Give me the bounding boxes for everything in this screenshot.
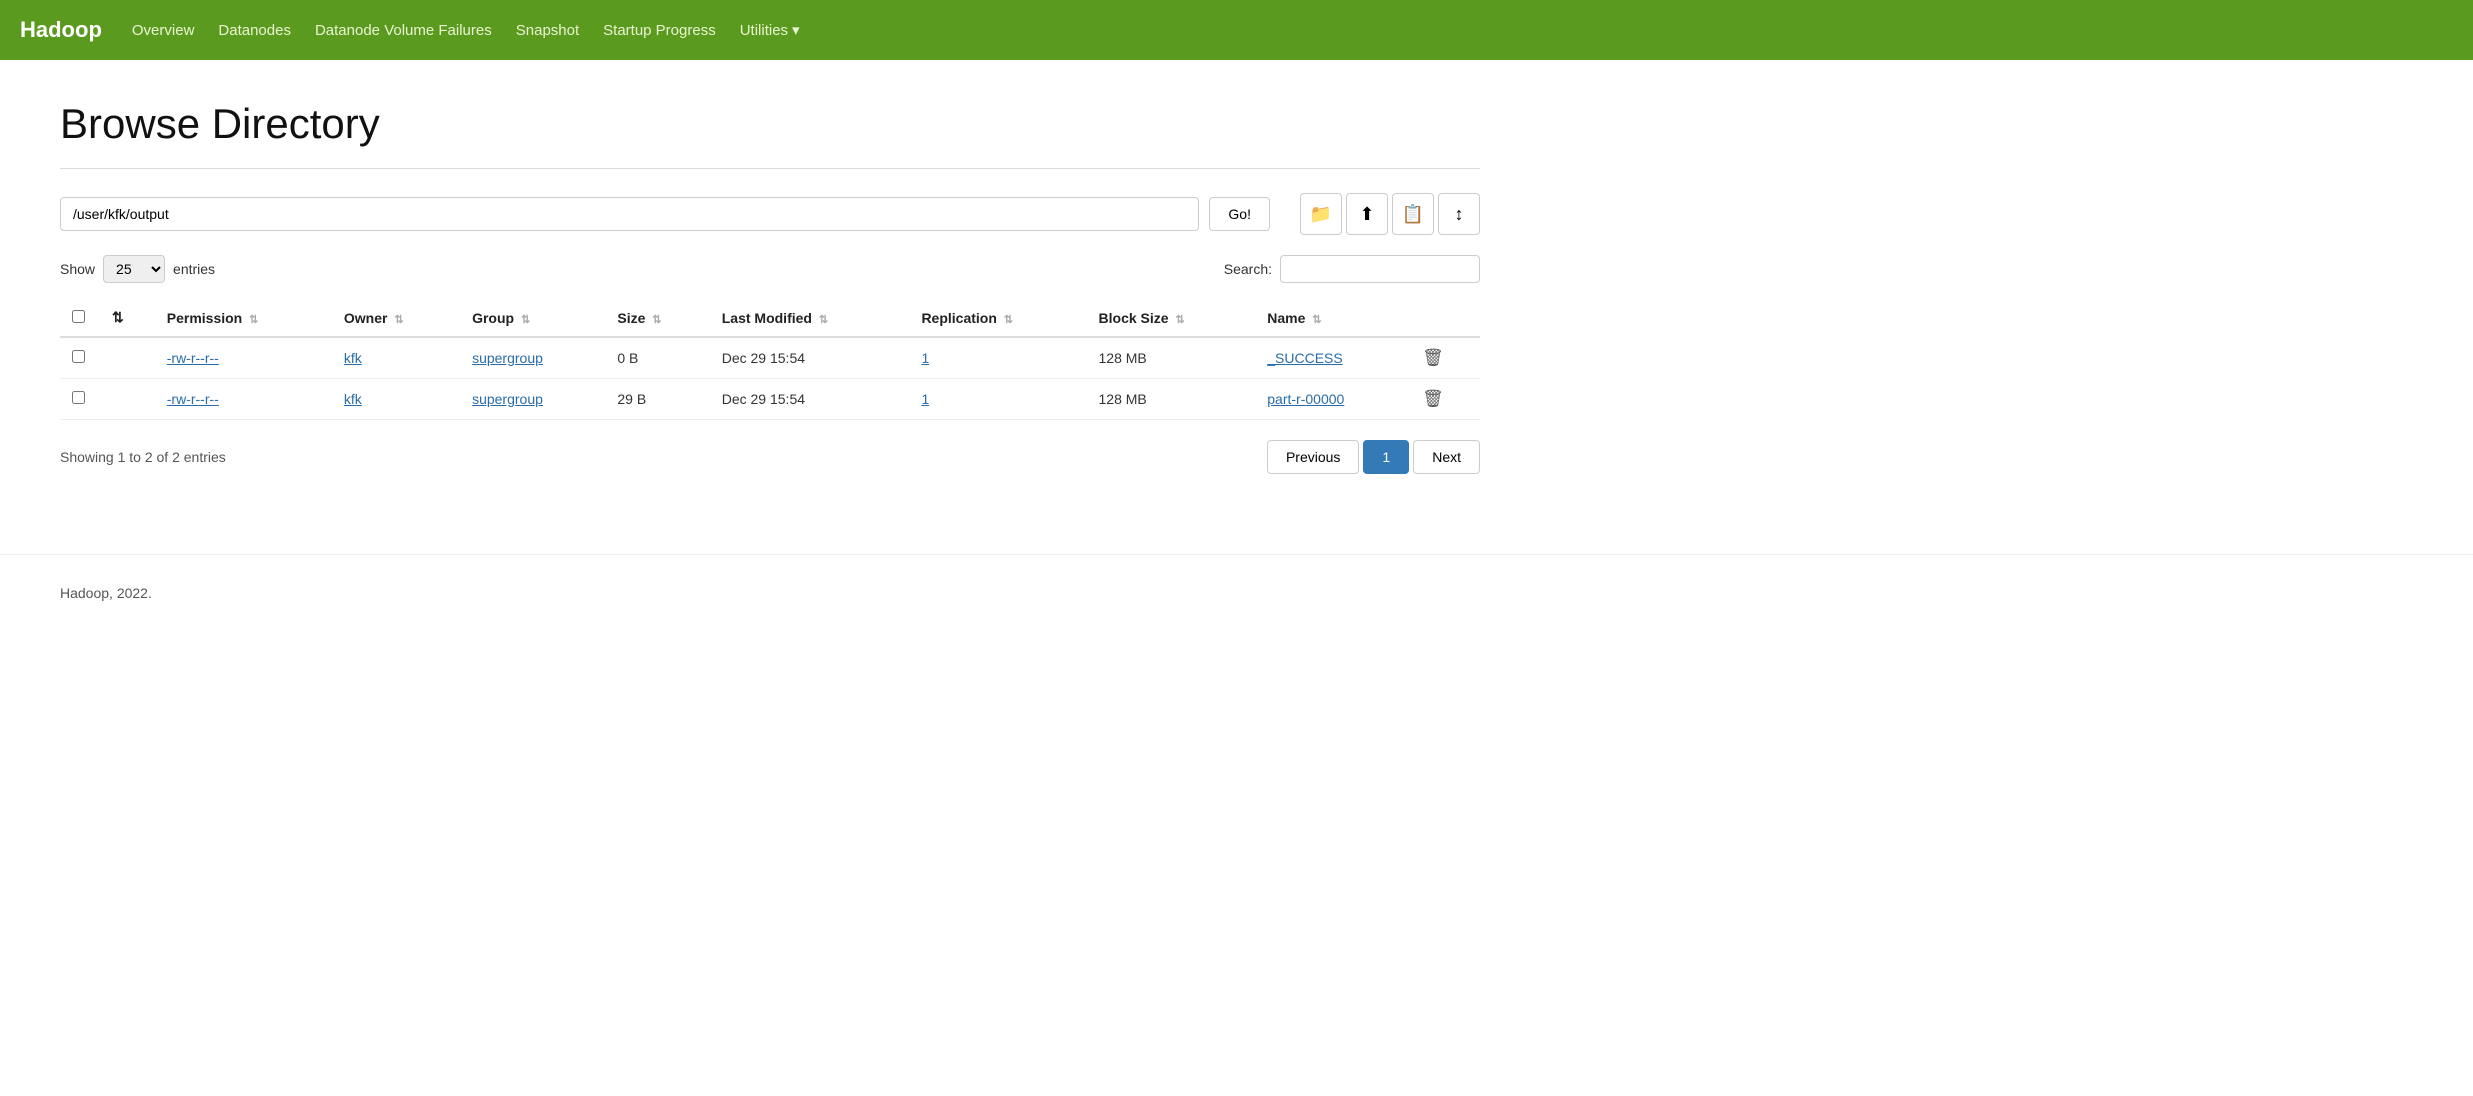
block-size-sort-icon: ⇅	[1175, 314, 1184, 326]
search-input[interactable]	[1280, 255, 1480, 283]
table-body: -rw-r--r-- kfk supergroup 0 B Dec 29 15:…	[60, 337, 1480, 420]
table-row: -rw-r--r-- kfk supergroup 29 B Dec 29 15…	[60, 379, 1480, 420]
table-row: -rw-r--r-- kfk supergroup 0 B Dec 29 15:…	[60, 337, 1480, 379]
icon-btn-group: 📁 ⬆ 📋 ↕	[1300, 193, 1480, 235]
show-entries: Show 102550100 entries	[60, 255, 215, 283]
row-size-0: 0 B	[605, 337, 709, 379]
path-input[interactable]	[60, 197, 1199, 231]
row-block-size-0: 128 MB	[1087, 337, 1256, 379]
owner-sort-icon: ⇅	[394, 314, 403, 326]
utilities-dropdown-btn[interactable]: Utilities ▾	[740, 21, 800, 39]
navbar: Hadoop OverviewDatanodesDatanode Volume …	[0, 0, 2473, 60]
header-action	[1410, 299, 1480, 337]
header-last-modified[interactable]: Last Modified ⇅	[710, 299, 910, 337]
header-permission[interactable]: Permission ⇅	[155, 299, 332, 337]
row-permission-1: -rw-r--r--	[155, 379, 332, 420]
page-1-button[interactable]: 1	[1363, 440, 1409, 474]
permission-sort-icon: ⇅	[249, 314, 258, 326]
row-owner-0: kfk	[332, 337, 460, 379]
nav-link-snapshot[interactable]: Snapshot	[516, 18, 579, 43]
row-last-modified-1: Dec 29 15:54	[710, 379, 910, 420]
sort-arrows-icon: ⇅	[112, 309, 124, 325]
nav-links: OverviewDatanodesDatanode Volume Failure…	[132, 22, 740, 39]
entries-select[interactable]: 102550100	[103, 255, 165, 283]
search-label: Search:	[1224, 261, 1272, 277]
replication-sort-icon: ⇅	[1004, 314, 1013, 326]
utilities-dropdown[interactable]: Utilities ▾	[740, 21, 800, 39]
row-select-1[interactable]	[72, 391, 85, 404]
move-icon-btn[interactable]: ↕	[1438, 193, 1480, 235]
owner-link-0[interactable]: kfk	[344, 350, 362, 366]
next-button[interactable]: Next	[1413, 440, 1480, 474]
group-sort-icon: ⇅	[521, 314, 530, 326]
divider	[60, 168, 1480, 169]
header-block-size[interactable]: Block Size ⇅	[1087, 299, 1256, 337]
header-group[interactable]: Group ⇅	[460, 299, 605, 337]
row-last-modified-0: Dec 29 15:54	[710, 337, 910, 379]
name-link-0[interactable]: _SUCCESS	[1267, 350, 1342, 366]
replication-link-1[interactable]: 1	[921, 391, 929, 407]
header-owner[interactable]: Owner ⇅	[332, 299, 460, 337]
row-group-1: supergroup	[460, 379, 605, 420]
list-icon-btn[interactable]: 📋	[1392, 193, 1434, 235]
last-modified-sort-icon: ⇅	[819, 314, 828, 326]
row-size-1: 29 B	[605, 379, 709, 420]
owner-link-1[interactable]: kfk	[344, 391, 362, 407]
header-replication[interactable]: Replication ⇅	[909, 299, 1086, 337]
controls-row: Show 102550100 entries Search:	[60, 255, 1480, 283]
showing-text: Showing 1 to 2 of 2 entries	[60, 449, 226, 465]
delete-button-1[interactable]: 🗑	[1422, 389, 1444, 409]
row-permission-0: -rw-r--r--	[155, 337, 332, 379]
row-icon-0	[100, 337, 155, 379]
row-checkbox-0	[60, 337, 100, 379]
path-bar: Go! 📁 ⬆ 📋 ↕	[60, 193, 1480, 235]
size-sort-icon: ⇅	[652, 314, 661, 326]
pagination-buttons: Previous 1 Next	[1267, 440, 1480, 474]
nav-link-startup-progress[interactable]: Startup Progress	[603, 18, 716, 43]
files-table: ⇅ Permission ⇅ Owner ⇅ Group ⇅ Size ⇅ La…	[60, 299, 1480, 420]
row-select-0[interactable]	[72, 350, 85, 363]
upload-icon-btn[interactable]: ⬆	[1346, 193, 1388, 235]
replication-link-0[interactable]: 1	[921, 350, 929, 366]
page-title: Browse Directory	[60, 100, 1480, 148]
brand-logo: Hadoop	[20, 17, 102, 43]
nav-link-datanode-volume-failures[interactable]: Datanode Volume Failures	[315, 18, 492, 43]
header-name[interactable]: Name ⇅	[1255, 299, 1410, 337]
row-icon-1	[100, 379, 155, 420]
main-content: Browse Directory Go! 📁 ⬆ 📋 ↕ Show 102550…	[0, 60, 1540, 514]
group-link-1[interactable]: supergroup	[472, 391, 543, 407]
footer-text: Hadoop, 2022.	[60, 585, 152, 601]
folder-icon-btn[interactable]: 📁	[1300, 193, 1342, 235]
show-label: Show	[60, 261, 95, 277]
group-link-0[interactable]: supergroup	[472, 350, 543, 366]
row-group-0: supergroup	[460, 337, 605, 379]
header-checkbox-col	[60, 299, 100, 337]
row-block-size-1: 128 MB	[1087, 379, 1256, 420]
permission-link-0[interactable]: -rw-r--r--	[167, 350, 219, 366]
header-size[interactable]: Size ⇅	[605, 299, 709, 337]
header-sort-col: ⇅	[100, 299, 155, 337]
nav-link-datanodes[interactable]: Datanodes	[218, 18, 291, 43]
pagination-row: Showing 1 to 2 of 2 entries Previous 1 N…	[60, 440, 1480, 474]
nav-link-overview[interactable]: Overview	[132, 18, 195, 43]
previous-button[interactable]: Previous	[1267, 440, 1359, 474]
name-sort-icon: ⇅	[1312, 314, 1321, 326]
table-header: ⇅ Permission ⇅ Owner ⇅ Group ⇅ Size ⇅ La…	[60, 299, 1480, 337]
go-button[interactable]: Go!	[1209, 197, 1270, 231]
row-replication-1: 1	[909, 379, 1086, 420]
row-name-1: part-r-00000	[1255, 379, 1410, 420]
entries-label: entries	[173, 261, 215, 277]
row-delete-0: 🗑	[1410, 337, 1480, 379]
search-group: Search:	[1224, 255, 1480, 283]
name-link-1[interactable]: part-r-00000	[1267, 391, 1344, 407]
row-checkbox-1	[60, 379, 100, 420]
select-all-checkbox[interactable]	[72, 310, 85, 323]
row-owner-1: kfk	[332, 379, 460, 420]
row-replication-0: 1	[909, 337, 1086, 379]
row-delete-1: 🗑	[1410, 379, 1480, 420]
row-name-0: _SUCCESS	[1255, 337, 1410, 379]
permission-link-1[interactable]: -rw-r--r--	[167, 391, 219, 407]
delete-button-0[interactable]: 🗑	[1422, 348, 1444, 368]
footer: Hadoop, 2022.	[0, 554, 2473, 631]
